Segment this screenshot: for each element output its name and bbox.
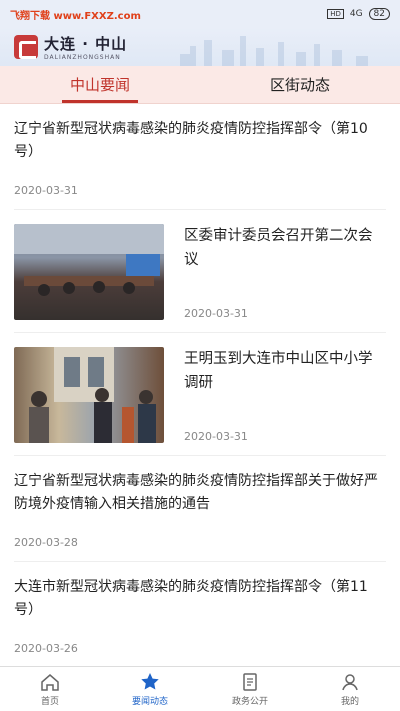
list-item[interactable]: 辽宁省新型冠状病毒感染的肺炎疫情防控指挥部关于做好严防境外疫情输入相关措施的通告… bbox=[14, 456, 386, 562]
article-title: 辽宁省新型冠状病毒感染的肺炎疫情防控指挥部关于做好严防境外疫情输入相关措施的通告 bbox=[14, 473, 378, 512]
tab-bar: 中山要闻 区街动态 bbox=[0, 66, 400, 104]
nav-label: 首页 bbox=[40, 696, 59, 707]
nav-news[interactable]: 要闻动态 bbox=[100, 667, 200, 711]
article-title: 辽宁省新型冠状病毒感染的肺炎疫情防控指挥部令（第10号） bbox=[14, 121, 368, 160]
network-icon: 4G bbox=[349, 9, 363, 19]
watermark-text: 飞翔下载 www.FXXZ.com bbox=[10, 10, 141, 22]
article-date: 2020-03-31 bbox=[184, 307, 248, 320]
star-icon bbox=[141, 672, 159, 689]
nav-home[interactable]: 首页 bbox=[0, 667, 100, 711]
list-item[interactable]: 王明玉到大连市中山区中小学调研 2020-03-31 bbox=[14, 333, 386, 456]
nav-label: 政务公开 bbox=[231, 696, 268, 707]
article-date: 2020-03-31 bbox=[184, 430, 248, 443]
home-icon bbox=[41, 673, 59, 691]
skyline-decoration bbox=[180, 36, 368, 66]
nav-label: 我的 bbox=[340, 696, 359, 707]
app-header: 大连 · 中山 DALIANZHONGSHAN bbox=[0, 28, 400, 66]
nav-mine[interactable]: 我的 bbox=[300, 667, 400, 711]
meeting-photo bbox=[14, 224, 164, 320]
article-date: 2020-03-31 bbox=[14, 184, 78, 197]
school-visit-photo bbox=[14, 347, 164, 443]
nav-label: 要闻动态 bbox=[131, 696, 168, 707]
app-logo-icon bbox=[14, 35, 38, 59]
hd-signal-icon: HD bbox=[327, 9, 344, 19]
list-item[interactable]: 区委审计委员会召开第二次会议 2020-03-31 bbox=[14, 210, 386, 333]
status-bar: 飞翔下载 www.FXXZ.com HD 4G 82 bbox=[0, 0, 400, 28]
app-subtitle: DALIANZHONGSHAN bbox=[44, 54, 121, 61]
article-title: 王明玉到大连市中山区中小学调研 bbox=[184, 351, 373, 391]
list-item[interactable]: 大连市新型冠状病毒感染的肺炎疫情防控指挥部令（第11号） 2020-03-26 bbox=[14, 562, 386, 662]
bottom-nav: 首页 要闻动态 政务公开 我的 bbox=[0, 666, 400, 711]
article-title: 区委审计委员会召开第二次会议 bbox=[184, 228, 373, 268]
article-list: 辽宁省新型冠状病毒感染的肺炎疫情防控指挥部令（第10号） 2020-03-31 … bbox=[0, 104, 400, 662]
battery-icon: 82 bbox=[368, 8, 390, 20]
nav-government[interactable]: 政务公开 bbox=[200, 667, 300, 711]
article-title: 大连市新型冠状病毒感染的肺炎疫情防控指挥部令（第11号） bbox=[14, 579, 368, 618]
article-date: 2020-03-26 bbox=[14, 642, 78, 655]
user-icon bbox=[342, 673, 358, 690]
tab-zhongshan-news[interactable]: 中山要闻 bbox=[0, 66, 200, 103]
tab-district-news[interactable]: 区街动态 bbox=[200, 66, 400, 103]
app-title: 大连 · 中山 bbox=[44, 35, 128, 53]
list-item[interactable]: 辽宁省新型冠状病毒感染的肺炎疫情防控指挥部令（第10号） 2020-03-31 bbox=[14, 104, 386, 210]
article-date: 2020-03-28 bbox=[14, 536, 78, 549]
document-icon bbox=[243, 672, 257, 691]
